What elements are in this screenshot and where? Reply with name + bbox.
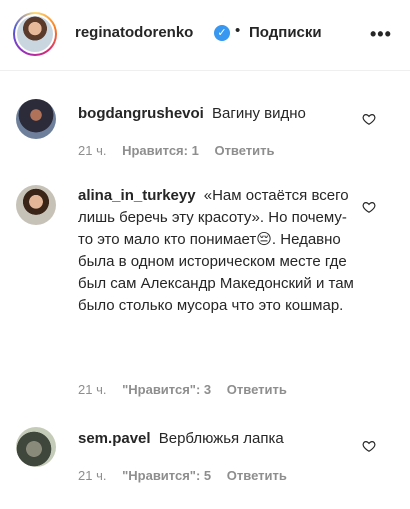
commenter-username[interactable]: alina_in_turkeyy [78,187,196,204]
commenter-username[interactable]: bogdangrushevoi [78,105,204,122]
reply-button[interactable]: Ответить [227,468,287,483]
more-options-icon[interactable]: ••• [370,25,392,43]
author-avatar-image [15,14,55,54]
verified-badge-icon: ✓ [214,25,230,41]
comment-body: sem.pavel Верблюжья лапка [78,428,358,450]
reply-button[interactable]: Ответить [214,143,274,158]
comment-meta: 21 ч. Нравится: 1 Ответить [78,143,287,158]
comment-body: bogdangrushevoi Вагину видно [78,103,358,125]
comment-time[interactable]: 21 ч. [78,143,106,158]
like-heart-icon[interactable] [362,112,376,126]
commenter-avatar[interactable] [16,99,56,139]
post-header: reginatodorenko ✓ • Подписки ••• [0,0,410,71]
comment-time[interactable]: 21 ч. [78,468,106,483]
like-heart-icon[interactable] [362,200,376,214]
comment-meta: 21 ч. "Нравится": 3 Ответить [78,382,299,397]
comment-likes[interactable]: "Нравится": 3 [122,382,211,397]
header-separator: • [235,22,241,39]
author-avatar[interactable] [13,12,57,56]
commenter-avatar[interactable] [16,185,56,225]
like-heart-icon[interactable] [362,439,376,453]
comment-likes[interactable]: Нравится: 1 [122,143,199,158]
following-button[interactable]: Подписки [249,24,322,41]
comment-text: Вагину видно [212,105,306,122]
comment-likes[interactable]: "Нравится": 5 [122,468,211,483]
comment-meta: 21 ч. "Нравится": 5 Ответить [78,468,299,483]
comment-time[interactable]: 21 ч. [78,382,106,397]
comment-text: Верблюжья лапка [158,430,284,447]
comment-text: «Нам остаётся всего лишь беречь эту крас… [78,187,354,314]
commenter-avatar[interactable] [16,427,56,467]
reply-button[interactable]: Ответить [227,382,287,397]
author-username[interactable]: reginatodorenko [75,24,193,41]
commenter-username[interactable]: sem.pavel [78,430,151,447]
comment-body: alina_in_turkeyy «Нам остаётся всего лиш… [78,185,358,317]
